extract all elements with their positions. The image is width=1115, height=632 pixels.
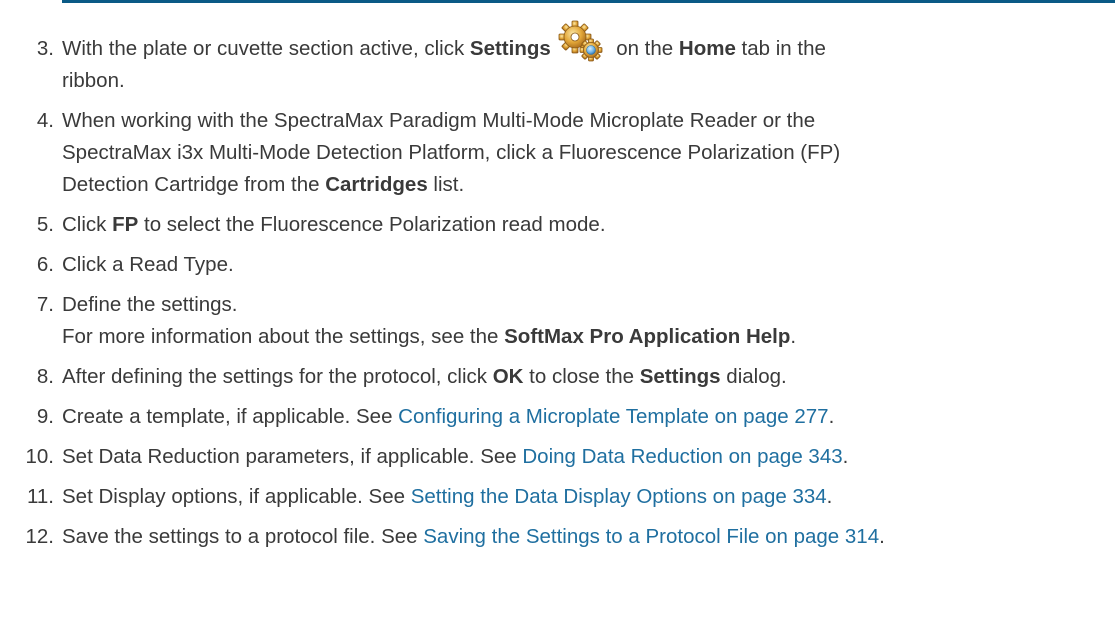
step-text: Click <box>62 213 113 236</box>
step-number: 9. <box>36 405 54 428</box>
header-rule <box>62 0 1115 3</box>
data-reduction-link[interactable]: Doing Data Reduction on page 343 <box>522 445 842 468</box>
help-reference: SoftMax Pro Application Help <box>504 325 791 348</box>
step-text-continued: Detection Cartridge from the <box>62 173 326 196</box>
step-number: 4. <box>36 109 54 132</box>
template-link[interactable]: Configuring a Microplate Template on pag… <box>398 405 828 428</box>
step-note: For more information about the settings,… <box>62 325 505 348</box>
step-text: After defining the settings for the prot… <box>62 365 493 388</box>
step-text: . <box>842 445 849 468</box>
step-text: dialog. <box>720 365 787 388</box>
step-number: 11. <box>27 485 54 508</box>
settings-term: Settings <box>639 365 721 388</box>
step-text: Create a template, if applicable. See <box>62 405 399 428</box>
protocol-file-link[interactable]: Saving the Settings to a Protocol File o… <box>423 525 879 548</box>
home-term: Home <box>678 37 736 60</box>
step-6: 6. Click a Read Type. <box>0 249 1115 281</box>
step-3: 3. With the plate or cuvette section act… <box>0 20 1115 97</box>
step-text-continued: ribbon. <box>62 69 125 92</box>
step-number: 12. <box>25 525 55 548</box>
step-number: 5. <box>36 213 54 236</box>
step-text: to close the <box>523 365 640 388</box>
step-11: 11. Set Display options, if applicable. … <box>0 481 1115 513</box>
display-options-link[interactable]: Setting the Data Display Options on page… <box>411 485 827 508</box>
step-text: list. <box>427 173 465 196</box>
step-text: . <box>826 485 833 508</box>
step-note: . <box>790 325 797 348</box>
fp-term: FP <box>112 213 139 236</box>
ok-term: OK <box>492 365 524 388</box>
step-12: 12. Save the settings to a protocol file… <box>0 521 1115 553</box>
step-text: When working with the SpectraMax Paradig… <box>62 109 816 132</box>
settings-term: Settings <box>469 37 551 60</box>
step-number: 3. <box>36 37 54 60</box>
step-number: 7. <box>36 293 54 316</box>
step-text: to select the Fluorescence Polarization … <box>138 213 606 236</box>
step-9: 9. Create a template, if applicable. See… <box>0 401 1115 433</box>
step-7: 7. Define the settings. For more informa… <box>0 289 1115 353</box>
step-text: Set Display options, if applicable. See <box>62 485 411 508</box>
step-10: 10. Set Data Reduction parameters, if ap… <box>0 441 1115 473</box>
cartridges-term: Cartridges <box>325 173 428 196</box>
gears-icon <box>556 20 610 65</box>
step-number: 10. <box>25 445 55 468</box>
step-text: . <box>828 405 835 428</box>
step-text: Save the settings to a protocol file. Se… <box>62 525 424 548</box>
step-text: . <box>879 525 885 548</box>
step-text: tab in the <box>735 37 826 60</box>
step-number: 8. <box>36 365 54 388</box>
step-text: Define the settings. <box>62 293 238 316</box>
procedure-steps: 3. With the plate or cuvette section act… <box>0 20 1115 561</box>
step-number: 6. <box>36 253 54 276</box>
step-5: 5. Click FP to select the Fluorescence P… <box>0 209 1115 241</box>
step-text: Set Data Reduction parameters, if applic… <box>62 445 523 468</box>
step-8: 8. After defining the settings for the p… <box>0 361 1115 393</box>
step-4: 4. When working with the SpectraMax Para… <box>0 105 1115 201</box>
step-text: Click a Read Type. <box>62 253 234 276</box>
step-text: on the <box>616 37 679 60</box>
step-text-continued: SpectraMax i3x Multi-Mode Detection Plat… <box>62 141 841 164</box>
step-text: With the plate or cuvette section active… <box>62 37 470 60</box>
